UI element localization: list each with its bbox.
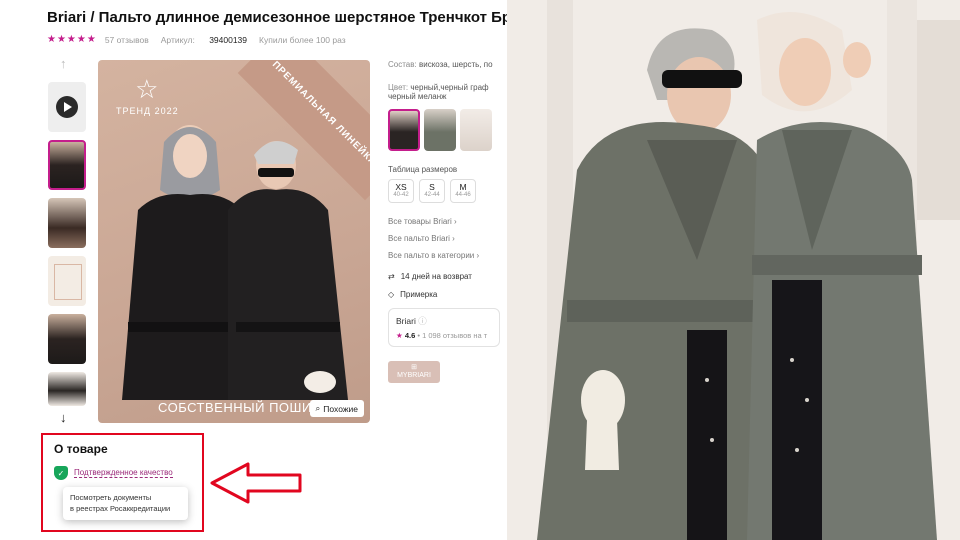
thumbnail-size-chart[interactable] [48, 256, 86, 306]
composition-label: Состав: [388, 60, 417, 69]
size-range: 42-44 [424, 192, 440, 199]
return-arrows-icon: ⇄ [388, 272, 395, 281]
bought-count: Купили более 100 раз [259, 34, 346, 45]
star-icon: ★ [396, 331, 403, 340]
screenshot-root: Briari / Пальто длинное демисезонное шер… [0, 0, 960, 540]
thumbnail-1[interactable] [48, 140, 86, 190]
size-option-m[interactable]: M 44-46 [450, 179, 476, 203]
size-option-xs[interactable]: XS 40-42 [388, 179, 414, 203]
verified-quality-label: Подтвержденное качество [74, 468, 173, 478]
color-row: Цвет: черный,черный граф [388, 83, 500, 92]
thumbs-down-arrow-icon[interactable]: ↓ [60, 410, 67, 425]
fitting-label: Примерка [400, 290, 438, 299]
composition-value: вискоза, шерсть, по [418, 60, 493, 69]
rating-stars: ★★★★★ [47, 34, 97, 45]
lifestyle-photo [507, 0, 960, 540]
size-table-link[interactable]: Таблица размеров [388, 165, 500, 174]
thumbs-up-arrow-icon[interactable]: ↑ [60, 56, 67, 71]
seller-rating: 4.6 [404, 331, 416, 340]
mybriari-brand-button[interactable]: ⊞ MYBRIARI [388, 361, 440, 383]
thumbnail-2[interactable] [48, 198, 86, 248]
thumbnail-list [48, 82, 86, 414]
similar-label: Похожие [323, 403, 358, 414]
product-info-column: Состав: вискоза, шерсть, по Цвет: черный… [388, 60, 500, 383]
seller-rating-row: ★ 4.6 • 1 098 отзывов на т [396, 331, 492, 340]
color-value: черный,черный граф [410, 83, 489, 92]
hero-caption: СОБСТВЕННЫЙ ПОШИ [158, 400, 312, 415]
accreditation-tooltip[interactable]: Посмотреть документы в реестрах Росаккре… [63, 487, 188, 520]
about-product-highlight: О товаре ✓ Подтвержденное качество Посмо… [41, 433, 204, 532]
reviews-link[interactable]: 57 отзывов [105, 35, 149, 45]
play-icon [56, 96, 78, 118]
size-options: XS 40-42 S 42-44 M 44-46 [388, 179, 500, 203]
models-grey-coats-illustration [507, 0, 960, 540]
verified-quality-link[interactable]: ✓ Подтвержденное качество [54, 466, 173, 480]
similar-button[interactable]: ⌕ Похожие [309, 400, 364, 417]
return-policy: ⇄ 14 дней на возврат [388, 272, 500, 281]
color-swatch-graphite[interactable] [424, 109, 456, 151]
main-product-image[interactable]: ПРЕМИАЛЬНАЯ ЛИНЕЙКА ☆ ТРЕНД 2022 СОБСТВЕ… [98, 60, 370, 423]
color-label: Цвет: [388, 83, 409, 92]
product-title: Briari / Пальто длинное демисезонное шер… [47, 9, 507, 26]
seller-name-row: Briari ⓘ [396, 315, 492, 327]
thumbnail-video[interactable] [48, 82, 86, 132]
mybriari-label: MYBRIARI [397, 372, 431, 380]
red-arrow-annotation [210, 462, 302, 504]
similar-search-icon: ⌕ [315, 403, 321, 413]
size-name: S [429, 182, 435, 192]
color-swatch-melange[interactable] [460, 109, 492, 151]
tooltip-line-1: Посмотреть документы [70, 493, 152, 502]
size-option-s[interactable]: S 42-44 [419, 179, 445, 203]
thumbnail-4[interactable] [48, 314, 86, 364]
product-card: Briari / Пальто длинное демисезонное шер… [0, 0, 507, 540]
return-label: 14 дней на возврат [400, 272, 472, 281]
size-range: 40-42 [393, 192, 409, 199]
color-row-2: черный меланж [388, 92, 447, 101]
article-label: Артикул: [160, 34, 195, 45]
link-all-coats-briari[interactable]: Все пальто Briari › [388, 234, 500, 243]
tooltip-line-2: в реестрах Росаккредитации [70, 504, 171, 514]
article-number: Артикул: 39400139 [161, 35, 247, 45]
product-meta: ★★★★★ 57 отзывов Артикул: 39400139 Купил… [47, 34, 358, 45]
size-range: 44-46 [455, 192, 471, 199]
size-name: M [459, 182, 467, 192]
about-title: О товаре [54, 442, 108, 456]
thumbnail-5[interactable] [48, 372, 86, 406]
hanger-tag-icon: ◇ [388, 290, 395, 299]
seller-name: Briari [396, 316, 416, 326]
fitting-option: ◇ Примерка [388, 290, 500, 299]
color-swatches [388, 109, 500, 151]
models-illustration [122, 125, 348, 400]
seller-card[interactable]: Briari ⓘ ★ 4.6 • 1 098 отзывов на т [388, 308, 500, 347]
article-value: 39400139 [209, 34, 248, 45]
composition-row: Состав: вискоза, шерсть, по [388, 60, 500, 69]
info-icon: ⓘ [418, 316, 427, 326]
link-coats-category[interactable]: Все пальто в категории › [388, 251, 500, 260]
link-all-briari[interactable]: Все товары Briari › [388, 217, 500, 226]
seller-reviews: • 1 098 отзывов на т [417, 331, 488, 340]
brand-logo-icon: ⊞ [411, 364, 417, 371]
color-swatch-black[interactable] [388, 109, 420, 151]
shield-check-icon: ✓ [54, 466, 68, 480]
size-name: XS [395, 182, 407, 192]
